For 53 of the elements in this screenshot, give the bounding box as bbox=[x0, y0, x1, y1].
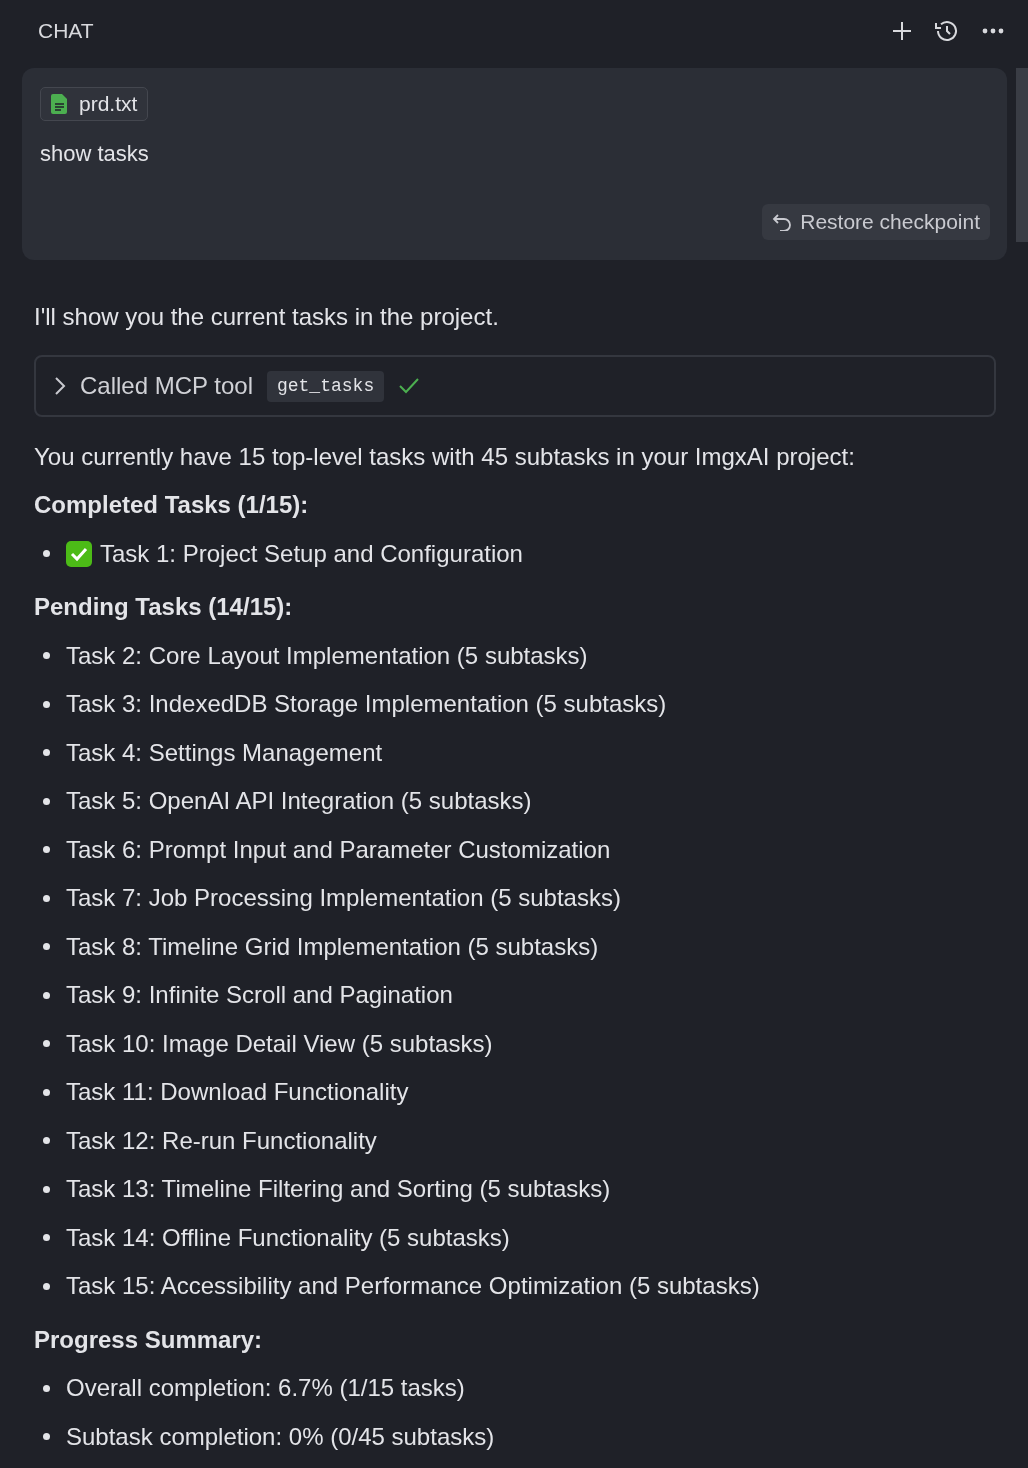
task-item: Task 10: Image Detail View (5 subtasks) bbox=[66, 1028, 493, 1059]
more-icon[interactable] bbox=[982, 28, 1004, 34]
history-icon[interactable] bbox=[934, 19, 960, 43]
scrollbar[interactable] bbox=[1016, 68, 1028, 242]
bullet bbox=[43, 550, 50, 558]
bullet bbox=[43, 1185, 50, 1193]
bullet bbox=[43, 1040, 50, 1048]
tool-call-row[interactable]: Called MCP tool get_tasks bbox=[34, 355, 996, 417]
tool-name-badge: get_tasks bbox=[266, 370, 385, 402]
bullet bbox=[43, 797, 50, 805]
chevron-icon bbox=[54, 376, 66, 396]
bullet bbox=[43, 943, 50, 951]
plus-icon[interactable] bbox=[892, 21, 912, 41]
bullet bbox=[43, 749, 50, 757]
file-attachment-chip[interactable]: prd.txt bbox=[40, 87, 149, 121]
bullet bbox=[43, 1282, 50, 1290]
task-item: Task 8: Timeline Grid Implementation (5 subtasks) bbox=[66, 931, 599, 962]
task-item: Task 7: Job Processing Implementation (5 subtasks) bbox=[66, 883, 621, 914]
task-item: Task 4: Settings Management bbox=[66, 737, 383, 768]
bullet bbox=[43, 700, 50, 708]
panel-title: CHAT bbox=[38, 18, 94, 45]
task-item: Task 3: IndexedDB Storage Implementation (5 subtasks) bbox=[66, 689, 667, 720]
task-item: Task 6: Prompt Input and Parameter Customization bbox=[66, 834, 611, 865]
file-icon bbox=[51, 94, 69, 114]
task-item: Task 5: OpenAI API Integration (5 subtasks) bbox=[66, 786, 532, 817]
task-item: Task 1: Project Setup and Configuration bbox=[100, 538, 523, 569]
task-item: Task 13: Timeline Filtering and Sorting (5 subtasks) bbox=[66, 1174, 611, 1205]
bullet bbox=[43, 846, 50, 854]
task-item: Overall completion: 6.7% (1/15 tasks) bbox=[66, 1373, 465, 1404]
section-heading: Pending Tasks (14/15): bbox=[34, 592, 293, 623]
user-message: show tasks bbox=[40, 140, 150, 168]
bullet bbox=[43, 1234, 50, 1242]
undo-icon bbox=[772, 213, 793, 231]
bullet bbox=[43, 894, 50, 902]
task-item: Task 9: Infinite Scroll and Pagination bbox=[66, 980, 453, 1011]
task-item: Task 15: Accessibility and Performance Optimization (5 subtasks) bbox=[66, 1271, 760, 1302]
bullet bbox=[43, 1384, 50, 1392]
bullet bbox=[43, 991, 50, 999]
tool-call-label: Called MCP tool bbox=[80, 371, 253, 401]
response-text: I'll show you the current tasks in the project. bbox=[34, 302, 499, 332]
restore-checkpoint-button[interactable]: Restore checkpoint bbox=[762, 204, 990, 240]
bullet bbox=[43, 1088, 50, 1096]
bullet bbox=[43, 1137, 50, 1145]
section-heading: Completed Tasks (1/15): bbox=[34, 490, 309, 521]
task-item: Task 12: Re-run Functionality bbox=[66, 1125, 377, 1156]
task-item: Subtask completion: 0% (0/45 subtasks) bbox=[66, 1421, 495, 1452]
bullet bbox=[43, 1433, 50, 1441]
section-heading: Progress Summary: bbox=[34, 1324, 263, 1355]
task-item: Task 11: Download Functionality bbox=[66, 1077, 409, 1108]
bullet bbox=[43, 652, 50, 660]
task-item: Task 2: Core Layout Implementation (5 subtasks) bbox=[66, 640, 588, 671]
task-item: Task 14: Offline Functionality (5 subtasks) bbox=[66, 1222, 510, 1253]
summary-text: You currently have 15 top-level tasks with 45 subtasks in your ImgxAI project: bbox=[34, 442, 855, 472]
